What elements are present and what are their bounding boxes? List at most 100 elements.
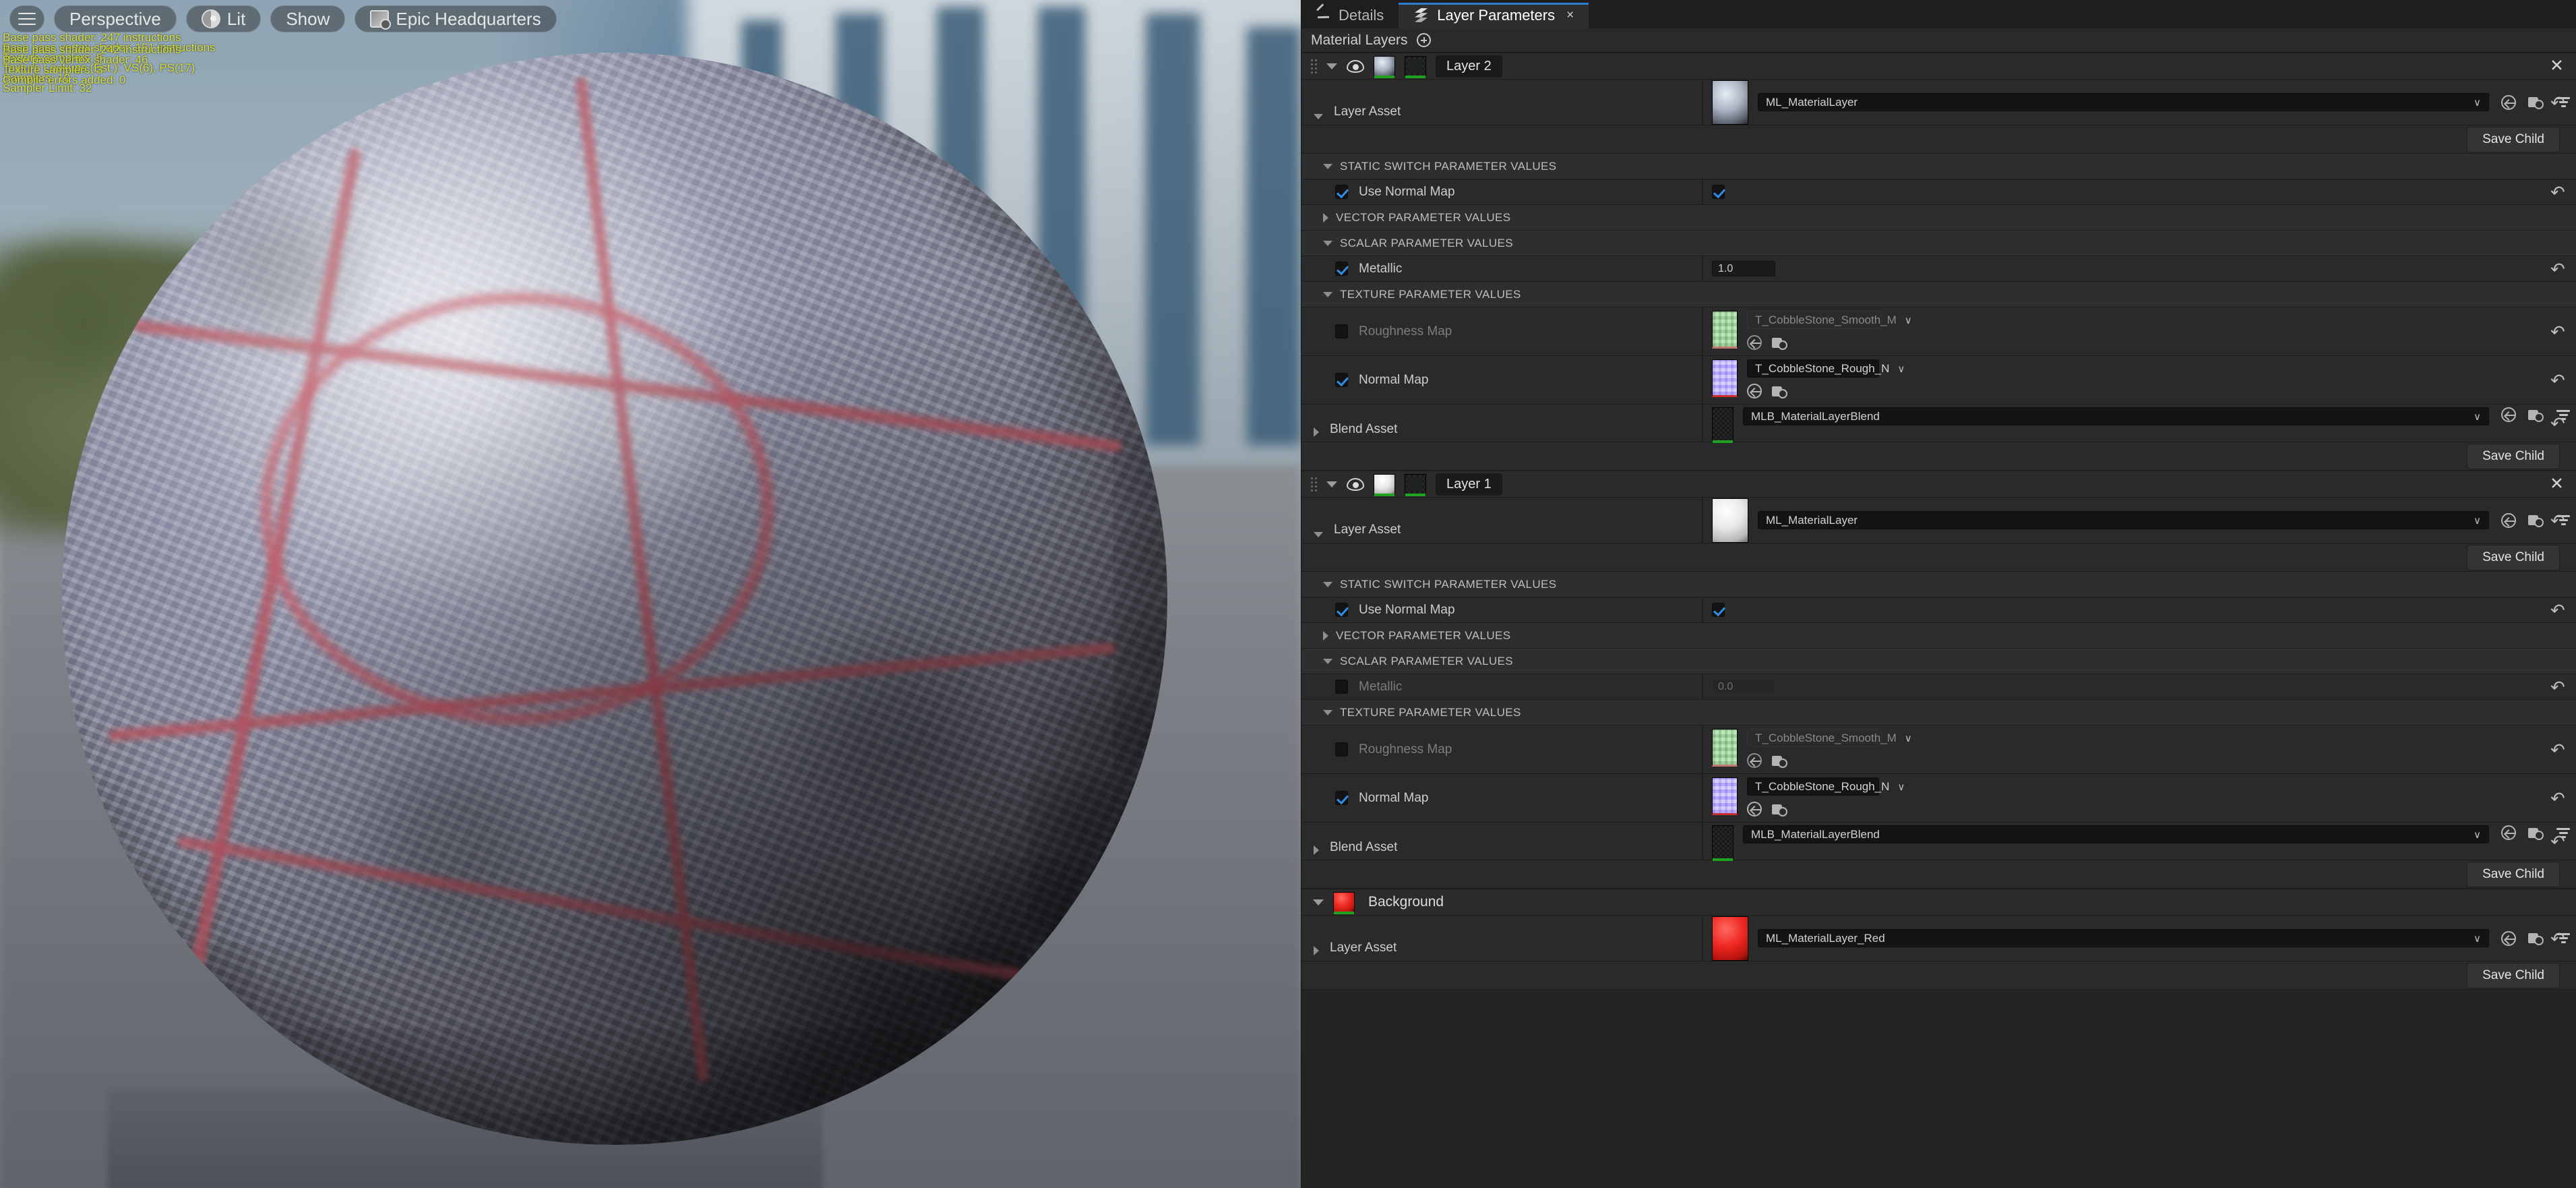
level-viewport[interactable]: Perspective Lit Show Epic Headquarters B…	[0, 0, 1301, 1188]
roughness-map-override-checkbox[interactable]	[1335, 742, 1348, 756]
save-child-button[interactable]: Save Child	[2467, 127, 2560, 152]
viewport-perspective-button[interactable]: Perspective	[54, 5, 177, 32]
use-normal-map-value-checkbox[interactable]	[1712, 185, 1725, 199]
viewport-show-button[interactable]: Show	[270, 5, 345, 32]
blend-preview-thumbnail[interactable]	[1405, 474, 1426, 494]
layer-name-label[interactable]: Layer 2	[1436, 55, 1502, 78]
reset-to-default-icon[interactable]	[2550, 95, 2567, 110]
blend-asset-row[interactable]: Blend Asset MLB_MaterialLayerBlend ∨	[1301, 823, 2576, 860]
browse-content-icon[interactable]	[1772, 384, 1787, 398]
browse-content-icon[interactable]	[2528, 826, 2544, 840]
browse-content-icon[interactable]	[1772, 802, 1787, 816]
browse-content-icon[interactable]	[2528, 931, 2544, 945]
blend-asset-row[interactable]: Blend Asset MLB_MaterialLayerBlend ∨	[1301, 405, 2576, 442]
layer-asset-row[interactable]: Layer Asset ML_MaterialLayer ∨	[1301, 498, 2576, 543]
panel-tabbar[interactable]: Details Layer Parameters ×	[1301, 0, 2576, 28]
chevron-right-icon[interactable]	[1314, 845, 1319, 855]
browse-content-icon[interactable]	[2528, 513, 2544, 527]
metallic-value-input[interactable]: 1.0	[1712, 261, 1775, 276]
normal-map-thumbnail[interactable]	[1712, 359, 1738, 397]
save-child-button[interactable]: Save Child	[2467, 963, 2560, 988]
scalar-params-section-header[interactable]: Scalar Parameter Values	[1301, 649, 2576, 674]
use-normal-map-value-checkbox[interactable]	[1712, 603, 1725, 617]
use-selected-asset-icon[interactable]	[1747, 335, 1762, 350]
chevron-right-icon[interactable]	[1314, 946, 1319, 955]
roughness-map-thumbnail[interactable]	[1712, 729, 1738, 767]
save-child-button[interactable]: Save Child	[2467, 545, 2560, 570]
background-layer-asset-row[interactable]: Layer Asset ML_MaterialLayer_Red ∨	[1301, 916, 2576, 961]
use-selected-asset-icon[interactable]	[2501, 931, 2516, 946]
viewport-menu-button[interactable]	[9, 5, 44, 32]
reset-to-default-icon[interactable]	[2550, 324, 2567, 339]
viewport-level-button[interactable]: Epic Headquarters	[355, 5, 556, 32]
use-selected-asset-icon[interactable]	[1747, 753, 1762, 768]
remove-layer-icon[interactable]: ✕	[2550, 476, 2564, 493]
roughness-map-thumbnail[interactable]	[1712, 311, 1738, 349]
blend-asset-dropdown[interactable]: MLB_MaterialLayerBlend ∨	[1743, 407, 2489, 425]
normal-map-thumbnail[interactable]	[1712, 777, 1738, 815]
drag-handle-icon[interactable]	[1310, 59, 1317, 73]
layer-asset-row[interactable]: Layer Asset ML_MaterialLayer ∨	[1301, 80, 2576, 125]
use-normal-map-override-checkbox[interactable]	[1335, 185, 1348, 199]
save-child-button[interactable]: Save Child	[2467, 862, 2560, 887]
tab-layer-parameters[interactable]: Layer Parameters ×	[1399, 3, 1589, 28]
chevron-down-icon[interactable]	[1323, 582, 1332, 587]
metallic-row[interactable]: Metallic 0.0	[1301, 674, 2576, 700]
normal-map-dropdown[interactable]: T_CobbleStone_Rough_N ∨	[1747, 777, 1879, 796]
background-header-row[interactable]: Background	[1301, 889, 2576, 916]
viewport-viewmode-button[interactable]: Lit	[186, 5, 261, 32]
chevron-down-icon[interactable]	[1323, 292, 1332, 297]
remove-layer-icon[interactable]: ✕	[2550, 58, 2564, 75]
metallic-override-checkbox[interactable]	[1335, 680, 1348, 694]
blend-preview-thumbnail[interactable]	[1405, 56, 1426, 76]
use-selected-asset-icon[interactable]	[1747, 384, 1762, 398]
use-selected-asset-icon[interactable]	[2501, 407, 2516, 422]
reset-to-default-icon[interactable]	[2550, 834, 2567, 849]
normal-map-row[interactable]: Normal Map T_CobbleStone_Rough_N ∨	[1301, 356, 2576, 405]
chevron-right-icon[interactable]	[1323, 213, 1328, 222]
chevron-down-icon[interactable]	[1323, 164, 1332, 169]
roughness-map-row[interactable]: Roughness Map T_CobbleStone_Smooth_M ∨	[1301, 725, 2576, 774]
tab-details[interactable]: Details	[1301, 3, 1399, 28]
save-child-button[interactable]: Save Child	[2467, 444, 2560, 469]
reset-to-default-icon[interactable]	[2550, 603, 2567, 618]
layer-name-label[interactable]: Layer 1	[1436, 473, 1502, 496]
chevron-down-icon[interactable]	[1313, 899, 1324, 905]
preview-sphere[interactable]	[62, 53, 1167, 1145]
reset-to-default-icon[interactable]	[2550, 742, 2567, 757]
browse-content-icon[interactable]	[2528, 408, 2544, 422]
roughness-map-row[interactable]: Roughness Map T_CobbleStone_Smooth_M ∨	[1301, 307, 2576, 356]
blend-asset-thumbnail[interactable]	[1712, 825, 1734, 859]
use-selected-asset-icon[interactable]	[2501, 95, 2516, 110]
normal-map-dropdown[interactable]: T_CobbleStone_Rough_N ∨	[1747, 359, 1879, 378]
layer-header-row[interactable]: Layer 1 ✕	[1301, 471, 2576, 498]
roughness-map-override-checkbox[interactable]	[1335, 324, 1348, 338]
use-normal-map-row[interactable]: Use Normal Map	[1301, 597, 2576, 623]
chevron-down-icon[interactable]	[1326, 63, 1337, 69]
chevron-down-icon[interactable]	[1314, 532, 1323, 537]
reset-to-default-icon[interactable]	[2550, 185, 2567, 200]
use-normal-map-override-checkbox[interactable]	[1335, 603, 1348, 617]
chevron-right-icon[interactable]	[1314, 427, 1319, 437]
blend-asset-dropdown[interactable]: MLB_MaterialLayerBlend ∨	[1743, 825, 2489, 843]
scalar-params-section-header[interactable]: Scalar Parameter Values	[1301, 231, 2576, 256]
vector-params-section-header[interactable]: Vector Parameter Values	[1301, 205, 2576, 231]
static-switch-section-header[interactable]: Static Switch Parameter Values	[1301, 154, 2576, 179]
reset-to-default-icon[interactable]	[2550, 373, 2567, 388]
visibility-eye-icon[interactable]	[1347, 478, 1364, 491]
reset-to-default-icon[interactable]	[2550, 262, 2567, 276]
normal-map-row[interactable]: Normal Map T_CobbleStone_Rough_N ∨	[1301, 774, 2576, 823]
normal-map-override-checkbox[interactable]	[1335, 791, 1348, 805]
vector-params-section-header[interactable]: Vector Parameter Values	[1301, 623, 2576, 649]
texture-params-section-header[interactable]: Texture Parameter Values	[1301, 282, 2576, 307]
use-selected-asset-icon[interactable]	[2501, 513, 2516, 528]
reset-to-default-icon[interactable]	[2550, 791, 2567, 806]
metallic-row[interactable]: Metallic 1.0	[1301, 256, 2576, 282]
roughness-map-dropdown[interactable]: T_CobbleStone_Smooth_M ∨	[1747, 311, 1882, 329]
browse-content-icon[interactable]	[2528, 95, 2544, 109]
plus-circle-icon[interactable]	[1417, 33, 1431, 47]
layer-asset-thumbnail[interactable]	[1712, 498, 1748, 543]
use-selected-asset-icon[interactable]	[1747, 802, 1762, 816]
background-asset-thumbnail[interactable]	[1712, 916, 1748, 961]
drag-handle-icon[interactable]	[1310, 477, 1317, 492]
